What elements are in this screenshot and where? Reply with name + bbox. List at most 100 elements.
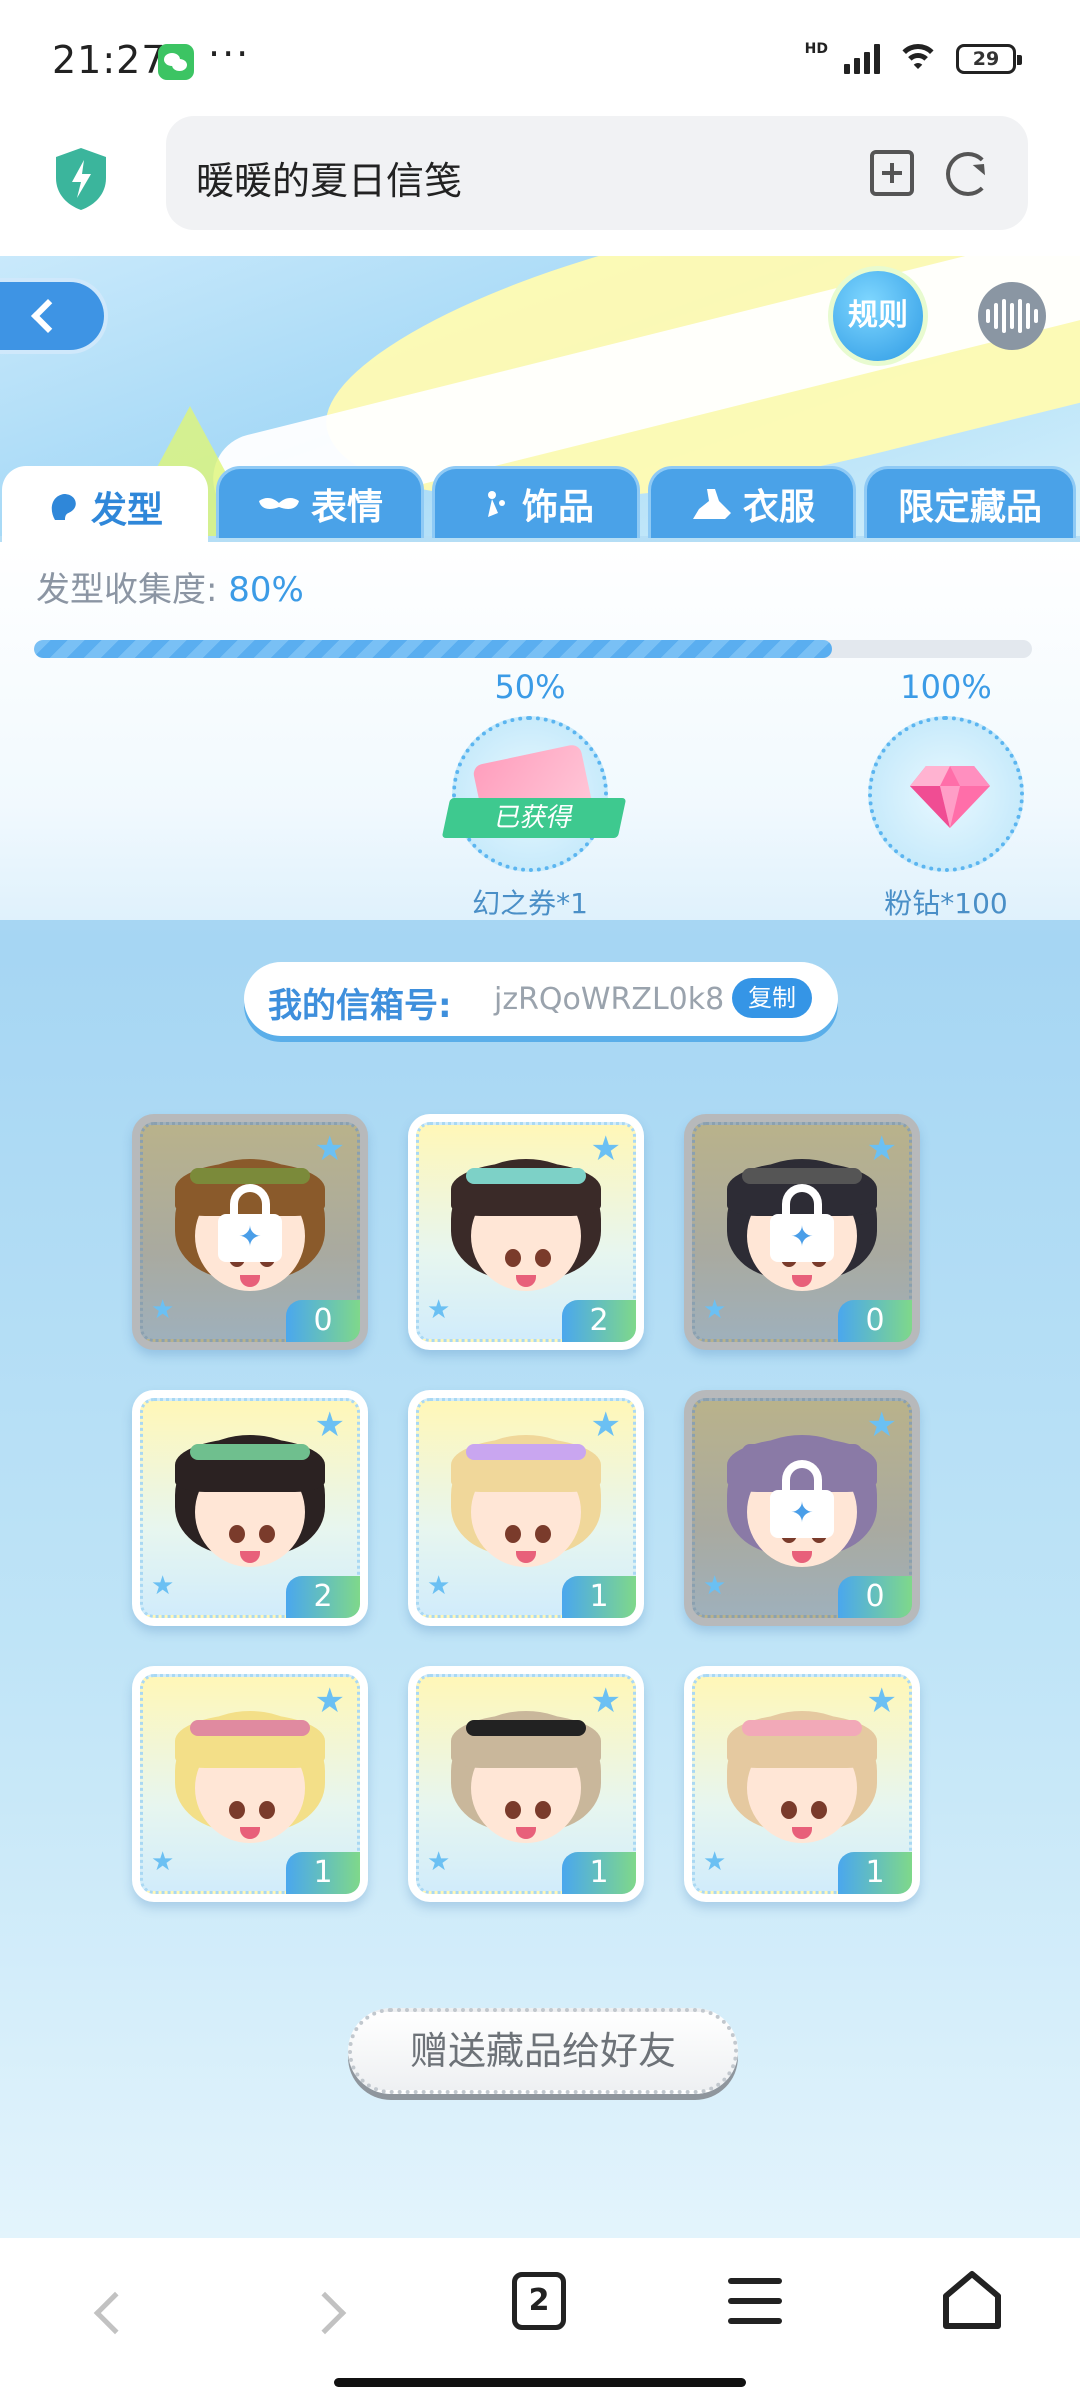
lock-icon [770,1184,834,1263]
owned-count: 0 [838,1576,912,1618]
hairstyle-card[interactable]: ★ ★ 1 [684,1666,920,1902]
sound-button[interactable] [978,282,1046,350]
chevron-left-icon [31,299,65,333]
home-icon[interactable] [940,2268,1004,2332]
star-icon: ★ [590,1129,621,1169]
collection-label-text: 发型收集度: [36,570,218,610]
battery-icon: 29 [956,44,1022,74]
star-icon: ★ [151,1847,175,1877]
collection-label: 发型收集度: 80% [36,562,304,611]
mailbox-id-bar: 我的信箱号: jzRQoWRZL0k8 复制 [244,962,838,1036]
milestone-reward: 粉钻*100 [884,887,1008,920]
wifi-icon [896,42,940,76]
lock-icon [218,1184,282,1263]
hair-accessory [466,1443,586,1460]
owned-count: 1 [562,1576,636,1618]
eye [504,1801,521,1820]
status-icons: HD 29 [805,41,1022,76]
back-icon[interactable] [93,2291,137,2335]
eye [228,1801,245,1820]
hair-icon [51,493,76,520]
category-tabs: 发型 表情 饰品 衣服 限定藏品 [0,466,1080,544]
eye [258,1525,275,1544]
tab-clothes[interactable]: 衣服 [648,466,856,538]
star-icon: ★ [866,1405,897,1445]
gift-to-friend-button[interactable]: 赠送藏品给好友 [348,2008,738,2094]
copy-button[interactable]: 复制 [732,978,812,1018]
status-time: 21:27 [52,38,167,82]
tab-label: 饰品 [521,486,594,528]
hair-accessory [742,1719,862,1736]
browser-bottom-nav: 2 [0,2238,1080,2403]
milestone-reward-circle: 已获得 [441,716,627,872]
reload-icon[interactable] [946,152,990,196]
star-icon: ★ [703,1847,727,1877]
milestone-percent: 50% [494,668,566,706]
page-title: 暖暖的夏日信笺 [196,159,463,203]
milestone-reward-circle [868,716,1024,872]
hairstyle-card[interactable]: ★ ★ 0 [684,1114,920,1350]
collection-panel: 发型收集度: 80% 50% 已获得 幻之券*1 100% 粉钻*100 [0,542,1080,920]
collection-progress-fill [34,640,833,658]
hairstyle-card[interactable]: ★ ★ 2 [132,1390,368,1626]
tab-hairstyle[interactable]: 发型 [2,466,208,544]
collection-percent: 80% [228,570,304,610]
owned-count: 0 [286,1300,360,1342]
tab-label: 限定藏品 [897,486,1042,528]
back-button[interactable] [0,278,108,354]
milestone-50[interactable]: 50% 已获得 幻之券*1 [441,668,627,922]
hairstyle-card[interactable]: ★ ★ 1 [132,1666,368,1902]
mailbox-label: 我的信箱号: [268,986,452,1026]
tab-label: 衣服 [742,486,815,528]
status-bar: 21:27 ··· HD 29 [0,0,1080,110]
hair-accessory [466,1719,586,1736]
star-icon: ★ [151,1295,175,1325]
owned-count: 1 [562,1852,636,1894]
tabs-icon[interactable]: 2 [512,2272,566,2330]
hairstyle-card[interactable]: ★ ★ 1 [408,1666,644,1902]
milestone-100[interactable]: 100% 粉钻*100 [866,668,1026,922]
clothes-icon [692,488,731,519]
eye [228,1525,245,1544]
tab-label: 发型 [90,489,163,531]
more-notifications: ··· [208,32,251,76]
forward-icon[interactable] [303,2291,347,2335]
owned-count: 0 [838,1300,912,1342]
hairstyle-grid: ★ ★ 0 ★ ★ 2 ★ ★ 0 ★ ★ 2 ★ ★ 1 ★ ★ 0 ★ ★ 1 ★ ★ 1 ★ ★ 1 [132,1114,922,1902]
hairstyle-card[interactable]: ★ ★ 0 [132,1114,368,1350]
shield-icon[interactable] [52,146,110,212]
game-content: 规则 发型 表情 饰品 衣服 限定藏品 发型收集度: 80% 50% 已获得 幻… [0,256,1080,2238]
eye [780,1801,797,1820]
star-icon: ★ [866,1129,897,1169]
eye [810,1801,827,1820]
add-bookmark-icon[interactable] [870,150,914,196]
hairstyle-card[interactable]: ★ ★ 2 [408,1114,644,1350]
tab-limited-collection[interactable]: 限定藏品 [864,466,1076,538]
collection-progress-bar [34,640,1032,658]
eye [504,1249,521,1268]
hair-accessory [742,1443,862,1460]
pink-diamond-icon [910,766,990,828]
browser-toolbar: 暖暖的夏日信笺 [0,110,1080,256]
home-indicator[interactable] [334,2378,746,2387]
menu-icon[interactable] [728,2278,782,2324]
owned-count: 2 [562,1300,636,1342]
star-icon: ★ [314,1405,345,1445]
star-icon: ★ [427,1295,451,1325]
owned-count: 1 [286,1852,360,1894]
tab-accessories[interactable]: 饰品 [432,466,640,538]
hairstyle-card[interactable]: ★ ★ 0 [684,1390,920,1626]
star-icon: ★ [590,1405,621,1445]
wechat-icon [158,44,194,80]
tab-expression[interactable]: 表情 [216,466,424,538]
tab-label: 表情 [310,486,383,528]
rules-button[interactable]: 规则 [828,266,928,366]
milestone-percent: 100% [900,668,992,706]
address-bar[interactable]: 暖暖的夏日信笺 [166,116,1028,230]
owned-count: 1 [838,1852,912,1894]
owned-count: 2 [286,1576,360,1618]
hairstyle-card[interactable]: ★ ★ 1 [408,1390,644,1626]
signal-icon [844,44,880,74]
eye [534,1249,551,1268]
eye [504,1525,521,1544]
